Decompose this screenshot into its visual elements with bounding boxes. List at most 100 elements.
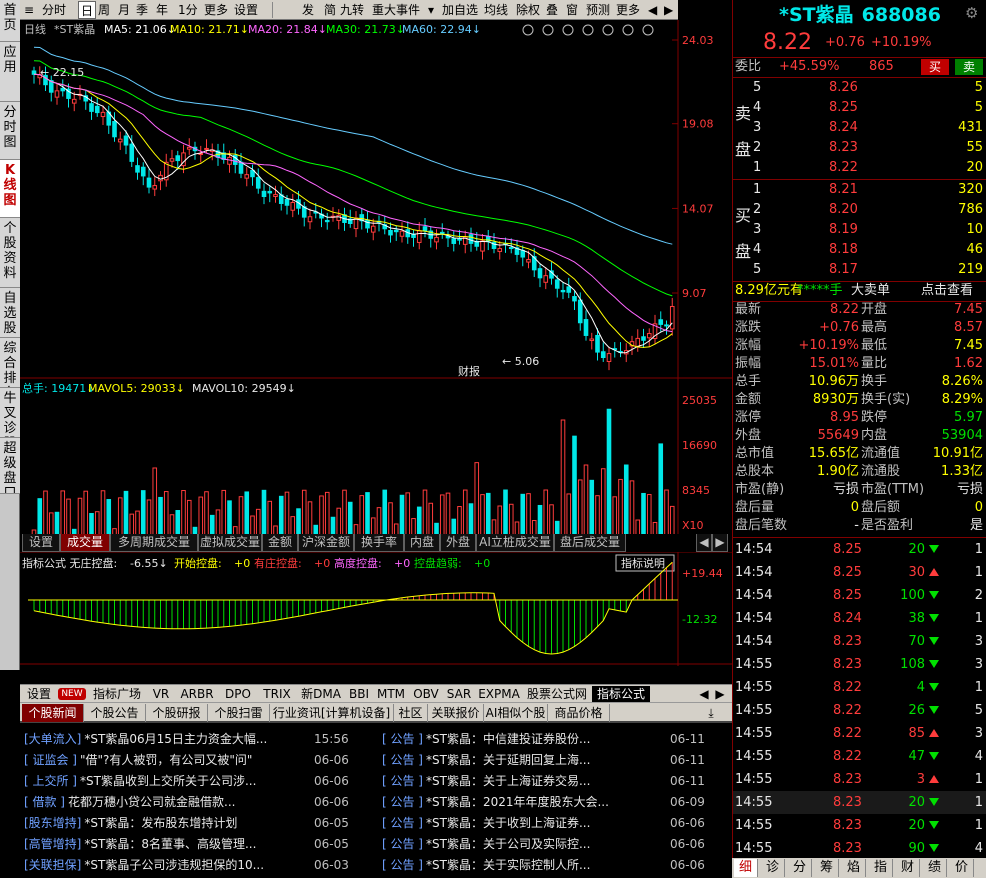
sub-tab-4[interactable]: 金额 (262, 534, 298, 552)
sub-tab-1[interactable]: 成交量 (60, 534, 110, 552)
tool2-3[interactable]: 叠 (544, 1, 560, 19)
left-tab-8[interactable]: 超级盘口 (0, 438, 20, 494)
indicator-tab-0[interactable]: 设置 (22, 686, 56, 702)
tick-row[interactable]: 14:54 8.25 30 1 (733, 561, 986, 584)
period-tab-8[interactable]: 设置 (232, 1, 260, 19)
download-icon[interactable]: ⤓ (700, 704, 722, 722)
gear-icon[interactable]: ⚙ (965, 4, 978, 22)
tool-0[interactable]: 发 (300, 1, 316, 19)
tick-row[interactable]: 14:55 8.23 90 4 (733, 837, 986, 860)
quote-tab-7[interactable]: 绩 (923, 859, 947, 877)
news-item[interactable]: [关联担保] *ST紫晶子公司涉违规担保的10... 06-03 (24, 855, 376, 876)
sub-tab-9[interactable]: AI立桩成交量 (476, 534, 554, 552)
indicator-tab-7[interactable]: 新DMA (298, 686, 344, 702)
sub-tab-next-icon[interactable]: ▶ (712, 534, 728, 552)
news-tab-4[interactable]: 行业资讯[计算机设备] (270, 704, 394, 722)
tool-3[interactable]: 重大事件 (370, 1, 422, 19)
indicator-tab-1[interactable]: NEW (58, 688, 86, 700)
orderbook-row[interactable]: 2 8.20 786 (733, 200, 986, 220)
tick-row[interactable]: 14:55 8.22 85 3 (733, 722, 986, 745)
news-item[interactable]: [ 上交所 ] *ST紫晶收到上交所关于公司涉... 06-06 (24, 771, 376, 792)
tool2-5[interactable]: 预测 (584, 1, 612, 19)
news-tab-1[interactable]: 个股公告 (84, 704, 146, 722)
left-tab-4[interactable]: 个股资料 (0, 218, 20, 288)
quote-tab-0[interactable]: 细 (734, 859, 758, 877)
period-tab-1[interactable]: 日 (78, 1, 97, 19)
toolbar-prev-icon[interactable]: ◀ (646, 1, 659, 19)
orderbook-row[interactable]: 3 8.24 431 (733, 118, 986, 138)
quote-tab-8[interactable]: 价 (950, 859, 974, 877)
sub-tab-7[interactable]: 内盘 (404, 534, 440, 552)
sub-tab-5[interactable]: 沪深金额 (298, 534, 354, 552)
indicator-tab-13[interactable]: 股票公式网 (524, 686, 590, 702)
news-item[interactable]: [大单流入] *ST紫晶06月15日主力资金大幅... 15:56 (24, 729, 376, 750)
tick-row[interactable]: 14:54 8.24 38 1 (733, 607, 986, 630)
indicator-tab-6[interactable]: TRIX (258, 686, 296, 702)
sub-tab-prev-icon[interactable]: ◀ (696, 534, 712, 552)
sub-tab-8[interactable]: 外盘 (440, 534, 476, 552)
indicator-tab-9[interactable]: MTM (374, 686, 408, 702)
news-item[interactable]: [高管增持] *ST紫晶：8名董事、高级管理... 06-05 (24, 834, 376, 855)
notice-item[interactable]: [ 公告 ] *ST紫晶：关于实际控制人所... 06-06 (382, 855, 728, 876)
toolbar-next-icon[interactable]: ▶ (662, 1, 675, 19)
period-tab-5[interactable]: 年 (154, 1, 170, 19)
orderbook-row[interactable]: 4 8.25 5 (733, 98, 986, 118)
news-tab-3[interactable]: 个股扫雷 (208, 704, 270, 722)
orderbook-row[interactable]: 3 8.19 10 (733, 220, 986, 240)
sub-tab-3[interactable]: 虚拟成交量 (198, 534, 262, 552)
notice-item[interactable]: [ 公告 ] *ST紫晶：2021年年度股东大会... 06-09 (382, 792, 728, 813)
orderbook-row[interactable]: 2 8.23 55 (733, 138, 986, 158)
left-tab-6[interactable]: 综合排名 (0, 338, 20, 388)
news-tab-7[interactable]: AI相似个股 (484, 704, 548, 722)
left-tab-0[interactable]: 首页 (0, 0, 20, 42)
news-item[interactable]: [ 证监会 ] "借"?有人被罚，有公司又被"问" 06-06 (24, 750, 376, 771)
left-tab-1[interactable]: 应用 (0, 42, 20, 102)
tick-row[interactable]: 14:55 8.22 26 5 (733, 699, 986, 722)
news-tab-8[interactable]: 商品价格 (548, 704, 610, 722)
orderbook-row[interactable]: 5 8.26 5 (733, 78, 986, 98)
tick-row[interactable]: 14:55 8.23 20 1 (733, 791, 986, 814)
indicator-tab-4[interactable]: ARBR (176, 686, 218, 702)
big-order-row[interactable]: 8.29亿元有 *****手 大卖单 点击查看 (733, 281, 986, 301)
dropdown-icon[interactable]: ▾ (426, 1, 436, 19)
tool2-4[interactable]: 窗 (564, 1, 580, 19)
orderbook-row[interactable]: 1 8.21 320 (733, 180, 986, 200)
tick-row[interactable]: 14:54 8.25 20 1 (733, 538, 986, 561)
indicator-tab-5[interactable]: DPO (220, 686, 256, 702)
sub-tab-2[interactable]: 多周期成交量 (110, 534, 198, 552)
news-item[interactable]: [股东增持] *ST紫晶：发布股东增持计划 06-05 (24, 813, 376, 834)
tick-row[interactable]: 14:55 8.22 47 4 (733, 745, 986, 768)
tick-row[interactable]: 14:55 8.23 3 1 (733, 768, 986, 791)
left-tab-2[interactable]: 分时图 (0, 102, 20, 160)
indicator-tab-3[interactable]: VR (148, 686, 174, 702)
left-tab-3[interactable]: K线图 (0, 160, 20, 218)
period-tab-2[interactable]: 周 (96, 1, 112, 19)
quote-tab-3[interactable]: 筹 (815, 859, 839, 877)
period-tab-0[interactable]: 分时 (40, 1, 68, 19)
period-tab-3[interactable]: 月 (116, 1, 132, 19)
tool2-1[interactable]: 均线 (482, 1, 510, 19)
quote-tab-2[interactable]: 分 (788, 859, 812, 877)
sub-tab-10[interactable]: 盘后成交量 (554, 534, 626, 552)
news-tab-0[interactable]: 个股新闻 (22, 704, 84, 722)
notice-item[interactable]: [ 公告 ] *ST紫晶：关于收到上海证券... 06-06 (382, 813, 728, 834)
tick-row[interactable]: 14:54 8.25 100 2 (733, 584, 986, 607)
quote-tab-5[interactable]: 指 (869, 859, 893, 877)
tick-row[interactable]: 14:55 8.23 108 3 (733, 653, 986, 676)
period-tab-6[interactable]: 1分 (176, 1, 200, 19)
indicator-tab-2[interactable]: 指标广场 (88, 686, 146, 702)
sub-tab-0[interactable]: 设置 (22, 534, 60, 552)
indicator-tab-8[interactable]: BBI (346, 686, 372, 702)
orderbook-row[interactable]: 5 8.17 219 (733, 260, 986, 280)
tool-2[interactable]: 九转 (338, 1, 366, 19)
period-tab-7[interactable]: 更多 (202, 1, 230, 19)
period-tab-4[interactable]: 季 (134, 1, 150, 19)
tick-row[interactable]: 14:55 8.22 4 1 (733, 676, 986, 699)
quote-tab-4[interactable]: 焰 (842, 859, 866, 877)
indicator-tab-10[interactable]: OBV (410, 686, 442, 702)
notice-item[interactable]: [ 公告 ] *ST紫晶：中信建投证券股份... 06-11 (382, 729, 728, 750)
notice-item[interactable]: [ 公告 ] *ST紫晶：关于上海证券交易... 06-11 (382, 771, 728, 792)
indicator-tab-11[interactable]: SAR (444, 686, 474, 702)
news-tab-6[interactable]: 关联报价 (428, 704, 484, 722)
tool2-6[interactable]: 更多 (614, 1, 642, 19)
